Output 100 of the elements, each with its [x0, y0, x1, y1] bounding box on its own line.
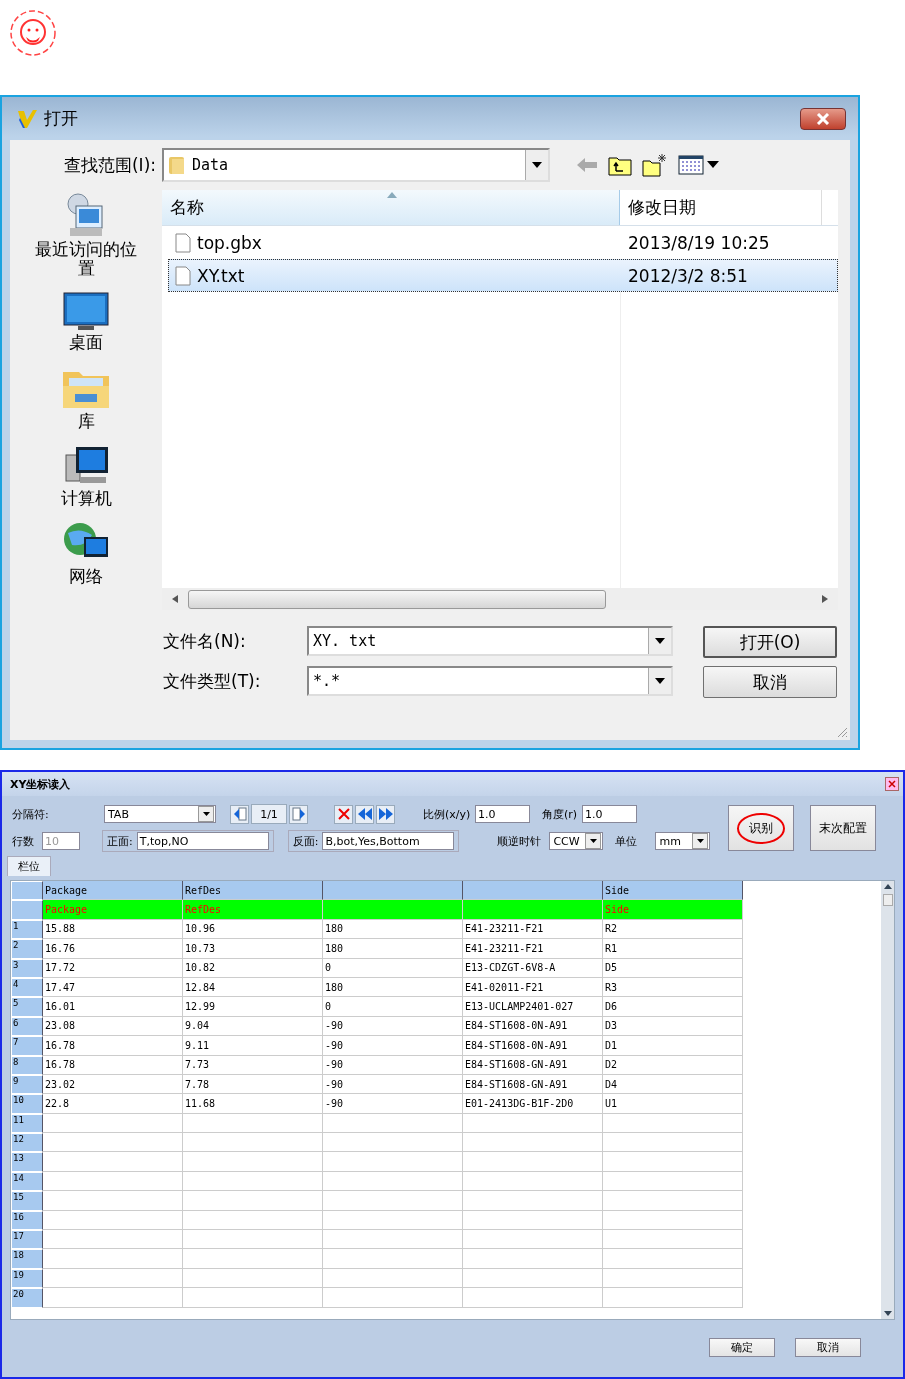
front-field[interactable]: T,top,NO: [136, 832, 269, 850]
file-name-field[interactable]: XY. txt: [307, 626, 673, 656]
scroll-thumb[interactable]: [882, 894, 893, 906]
file-name: top.gbx: [197, 232, 262, 253]
column-header[interactable]: 名称: [162, 190, 620, 225]
table-cell: R2: [603, 919, 743, 940]
scroll-thumb[interactable]: [188, 589, 606, 609]
table-cell: 9.04: [183, 1016, 323, 1037]
angle-field[interactable]: 1.0: [582, 805, 637, 823]
row-number: 19: [11, 1268, 43, 1289]
close-button[interactable]: [800, 107, 846, 130]
row-number: 10: [11, 1094, 43, 1114]
previous-page-button[interactable]: [230, 804, 249, 824]
scroll-right-icon: [822, 595, 828, 603]
separator-dropdown[interactable]: TAB: [104, 805, 216, 823]
table-cell: 0: [323, 958, 463, 978]
folder-up-icon[interactable]: [608, 154, 632, 176]
table-cell: 17.72: [43, 958, 183, 978]
document-icon: [175, 232, 191, 253]
table-cell: 16.78: [43, 1036, 183, 1056]
file-date: 2012/3/2 8:51: [627, 265, 748, 286]
places-item[interactable]: 库: [27, 366, 145, 431]
table-cell: 180: [323, 977, 463, 998]
places-item[interactable]: 最近访问的位置: [27, 192, 145, 278]
resize-grip-icon: [836, 726, 848, 738]
page-back-icon: [232, 807, 247, 821]
back-arrow-icon[interactable]: [576, 157, 598, 173]
table-cell: -90: [323, 1055, 463, 1075]
table-cell: D2: [603, 1055, 743, 1075]
close-button[interactable]: [885, 777, 899, 791]
file-name: XY.txt: [197, 265, 245, 286]
unit-dropdown[interactable]: mm: [655, 832, 711, 850]
column-header[interactable]: 修改日期: [620, 190, 822, 225]
dropdown-arrow-icon: [655, 678, 665, 684]
recognize-button[interactable]: 识别: [728, 805, 794, 851]
table-cell: 16.78: [43, 1055, 183, 1075]
folder-icon: [168, 155, 186, 175]
cancel-button[interactable]: 取消: [703, 666, 837, 698]
row-number: 16: [11, 1210, 43, 1231]
table-cell: D4: [603, 1074, 743, 1095]
row-number: 11: [11, 1113, 43, 1134]
dropdown-arrow-icon: [532, 162, 542, 168]
scroll-left-icon: [172, 595, 178, 603]
new-folder-icon[interactable]: [642, 153, 668, 177]
column-header[interactable]: Package: [43, 881, 183, 901]
table-cell: 23.02: [43, 1074, 183, 1095]
rotation-dropdown[interactable]: CCW: [549, 832, 604, 850]
vertical-scrollbar[interactable]: [881, 881, 894, 1319]
scale-label: 比例(x/y): [423, 806, 472, 822]
desktop-icon: [62, 291, 110, 332]
table-cell: -90: [323, 1094, 463, 1114]
table-cell: -90: [323, 1016, 463, 1037]
unit-label: 单位: [615, 833, 639, 849]
table-cell: -90: [323, 1074, 463, 1095]
row-number: 8: [11, 1055, 43, 1075]
next-page-button[interactable]: [289, 804, 308, 824]
cancel-button[interactable]: 取消: [795, 1338, 861, 1357]
page-forward-icon: [291, 807, 306, 821]
table-cell: E41-23211-F21: [463, 939, 603, 959]
look-in-label: 查找范围(I):: [63, 153, 157, 177]
ok-button[interactable]: 确定: [709, 1338, 775, 1357]
window-title: XY坐标读入: [10, 776, 71, 792]
file-name-label: 文件名(N):: [163, 629, 247, 653]
table-cell: 180: [323, 919, 463, 940]
sort-arrow-icon: [387, 192, 397, 198]
file-row[interactable]: XY.txt 2012/3/2 8:51: [168, 259, 838, 292]
table-cell: E84-ST1608-GN-A91: [463, 1074, 603, 1095]
rewind-button[interactable]: [355, 804, 374, 824]
table-cell: D3: [603, 1016, 743, 1037]
delete-button[interactable]: [334, 804, 353, 824]
fast-forward-button[interactable]: [376, 804, 395, 824]
scale-field[interactable]: 1.0: [475, 805, 530, 823]
row-number: 7: [11, 1036, 43, 1056]
close-icon: [816, 112, 830, 125]
table-cell: D1: [603, 1036, 743, 1056]
table-cell: E01-2413DG-B1F-2D0: [463, 1094, 603, 1114]
file-type-dropdown[interactable]: *.*: [307, 666, 673, 696]
table-cell: D5: [603, 958, 743, 978]
row-number: 4: [11, 977, 43, 998]
back-field[interactable]: B,bot,Yes,Bottom: [322, 832, 455, 850]
column-header[interactable]: RefDes: [183, 881, 323, 901]
places-item[interactable]: 桌面: [27, 291, 145, 353]
last-config-button[interactable]: 末次配置: [810, 805, 876, 851]
look-in-dropdown[interactable]: Data: [162, 148, 550, 182]
row-number: 6: [11, 1016, 43, 1037]
file-row[interactable]: top.gbx 2013/8/19 10:25: [168, 226, 838, 259]
places-item[interactable]: 计算机: [27, 444, 145, 508]
table-cell: R1: [603, 939, 743, 959]
column-header[interactable]: Side: [603, 881, 743, 901]
tab[interactable]: 栏位: [7, 856, 51, 876]
table-cell: 180: [323, 939, 463, 959]
table-cell: D6: [603, 997, 743, 1017]
row-number: 14: [11, 1171, 43, 1192]
close-icon: [888, 780, 896, 788]
row-number: 5: [11, 997, 43, 1017]
view-menu-icon[interactable]: [678, 155, 720, 175]
open-button[interactable]: 打开(O): [703, 626, 837, 658]
table-cell: 7.73: [183, 1055, 323, 1075]
places-item[interactable]: 网络: [27, 521, 145, 587]
table-cell: U1: [603, 1094, 743, 1114]
